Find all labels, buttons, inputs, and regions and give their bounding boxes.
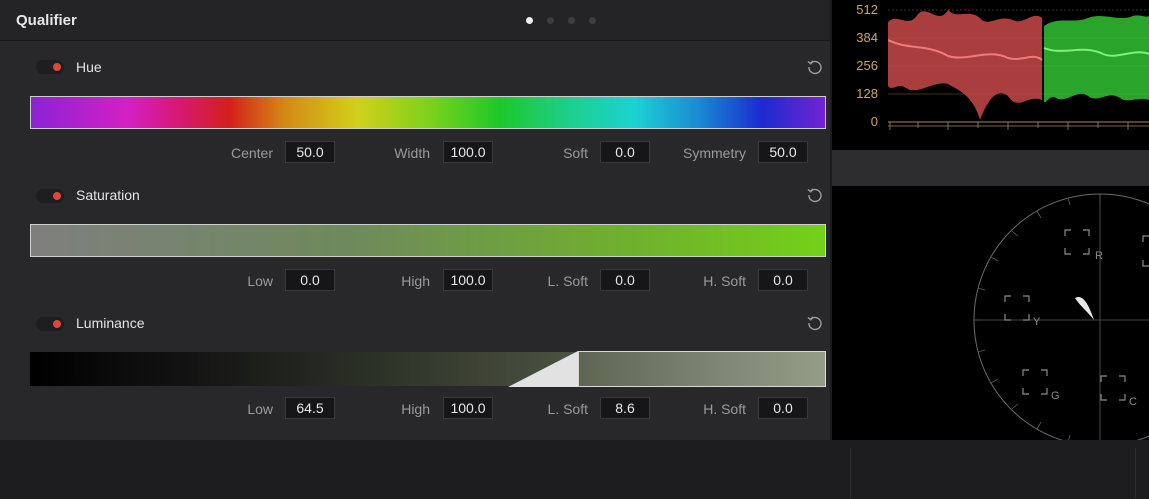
panel-title: Qualifier bbox=[16, 12, 77, 29]
luminance-high-label: High bbox=[401, 401, 430, 417]
hue-soft-label: Soft bbox=[563, 145, 588, 161]
hue-width-label: Width bbox=[394, 145, 430, 161]
page-dot-3[interactable] bbox=[568, 17, 575, 24]
saturation-low-label: Low bbox=[247, 273, 273, 289]
luminance-lsoft-field[interactable]: 8.6 bbox=[600, 397, 650, 419]
hue-symmetry-field[interactable]: 50.0 bbox=[758, 141, 808, 163]
luminance-lsoft-label: L. Soft bbox=[547, 401, 588, 417]
hue-toggle[interactable] bbox=[36, 60, 64, 74]
luminance-reset-icon[interactable] bbox=[806, 314, 824, 332]
saturation-bar[interactable] bbox=[30, 224, 826, 257]
waveform-label-128: 128 bbox=[856, 86, 878, 101]
saturation-low-field[interactable]: 0.0 bbox=[285, 269, 335, 291]
vectorscope-target-r: R bbox=[1095, 250, 1103, 262]
saturation-label: Saturation bbox=[76, 187, 140, 203]
hue-bar[interactable] bbox=[30, 96, 826, 129]
hue-center-label: Center bbox=[230, 145, 273, 161]
hue-label: Hue bbox=[76, 59, 102, 75]
waveform-label-384: 384 bbox=[856, 30, 878, 45]
luminance-high-field[interactable]: 100.0 bbox=[443, 397, 493, 419]
luminance-hsoft-label: H. Soft bbox=[703, 401, 746, 417]
luminance-hsoft-field[interactable]: 0.0 bbox=[758, 397, 808, 419]
luminance-low-field[interactable]: 64.5 bbox=[285, 397, 335, 419]
luminance-bar-selected[interactable] bbox=[578, 351, 826, 387]
saturation-high-label: High bbox=[401, 273, 430, 289]
bottom-divider bbox=[850, 448, 851, 499]
saturation-high-field[interactable]: 100.0 bbox=[443, 269, 493, 291]
page-dot-4[interactable] bbox=[589, 17, 596, 24]
hue-soft-field[interactable]: 0.0 bbox=[600, 141, 650, 163]
page-dots bbox=[526, 17, 596, 24]
hue-width-field[interactable]: 100.0 bbox=[443, 141, 493, 163]
qualifier-panel: Qualifier Hue Center 50.0 Width 100.0 So… bbox=[0, 0, 830, 440]
panel-header: Qualifier bbox=[0, 0, 830, 41]
waveform-scope: 512 384 256 128 0 bbox=[832, 0, 1149, 150]
vectorscope: R Y G C bbox=[832, 186, 1149, 448]
saturation-lsoft-label: L. Soft bbox=[547, 273, 588, 289]
hue-symmetry-label: Symmetry bbox=[683, 145, 746, 161]
luminance-label: Luminance bbox=[76, 315, 145, 331]
vectorscope-plot bbox=[973, 193, 1149, 448]
luminance-soft-ramp[interactable] bbox=[508, 351, 580, 387]
page-dot-2[interactable] bbox=[547, 17, 554, 24]
saturation-toggle[interactable] bbox=[36, 189, 64, 203]
vectorscope-target-g: G bbox=[1051, 390, 1060, 402]
saturation-reset-icon[interactable] bbox=[806, 186, 824, 204]
waveform-label-512: 512 bbox=[856, 2, 878, 17]
luminance-bar-outside bbox=[30, 352, 578, 386]
saturation-hsoft-label: H. Soft bbox=[703, 273, 746, 289]
bottom-divider-right bbox=[1135, 448, 1136, 499]
waveform-label-256: 256 bbox=[856, 58, 878, 73]
bottom-panel-area bbox=[0, 440, 1149, 499]
vectorscope-target-c: C bbox=[1129, 396, 1137, 408]
vectorscope-target-y: Y bbox=[1033, 316, 1041, 328]
luminance-bar[interactable] bbox=[30, 351, 826, 387]
page-dot-1[interactable] bbox=[526, 17, 533, 24]
waveform-label-0: 0 bbox=[870, 114, 878, 129]
scope-divider bbox=[832, 150, 1149, 186]
saturation-lsoft-field[interactable]: 0.0 bbox=[600, 269, 650, 291]
hue-reset-icon[interactable] bbox=[806, 58, 824, 76]
saturation-hsoft-field[interactable]: 0.0 bbox=[758, 269, 808, 291]
luminance-low-label: Low bbox=[247, 401, 273, 417]
luminance-toggle[interactable] bbox=[36, 317, 64, 331]
hue-center-field[interactable]: 50.0 bbox=[285, 141, 335, 163]
waveform-plot bbox=[888, 9, 1149, 130]
